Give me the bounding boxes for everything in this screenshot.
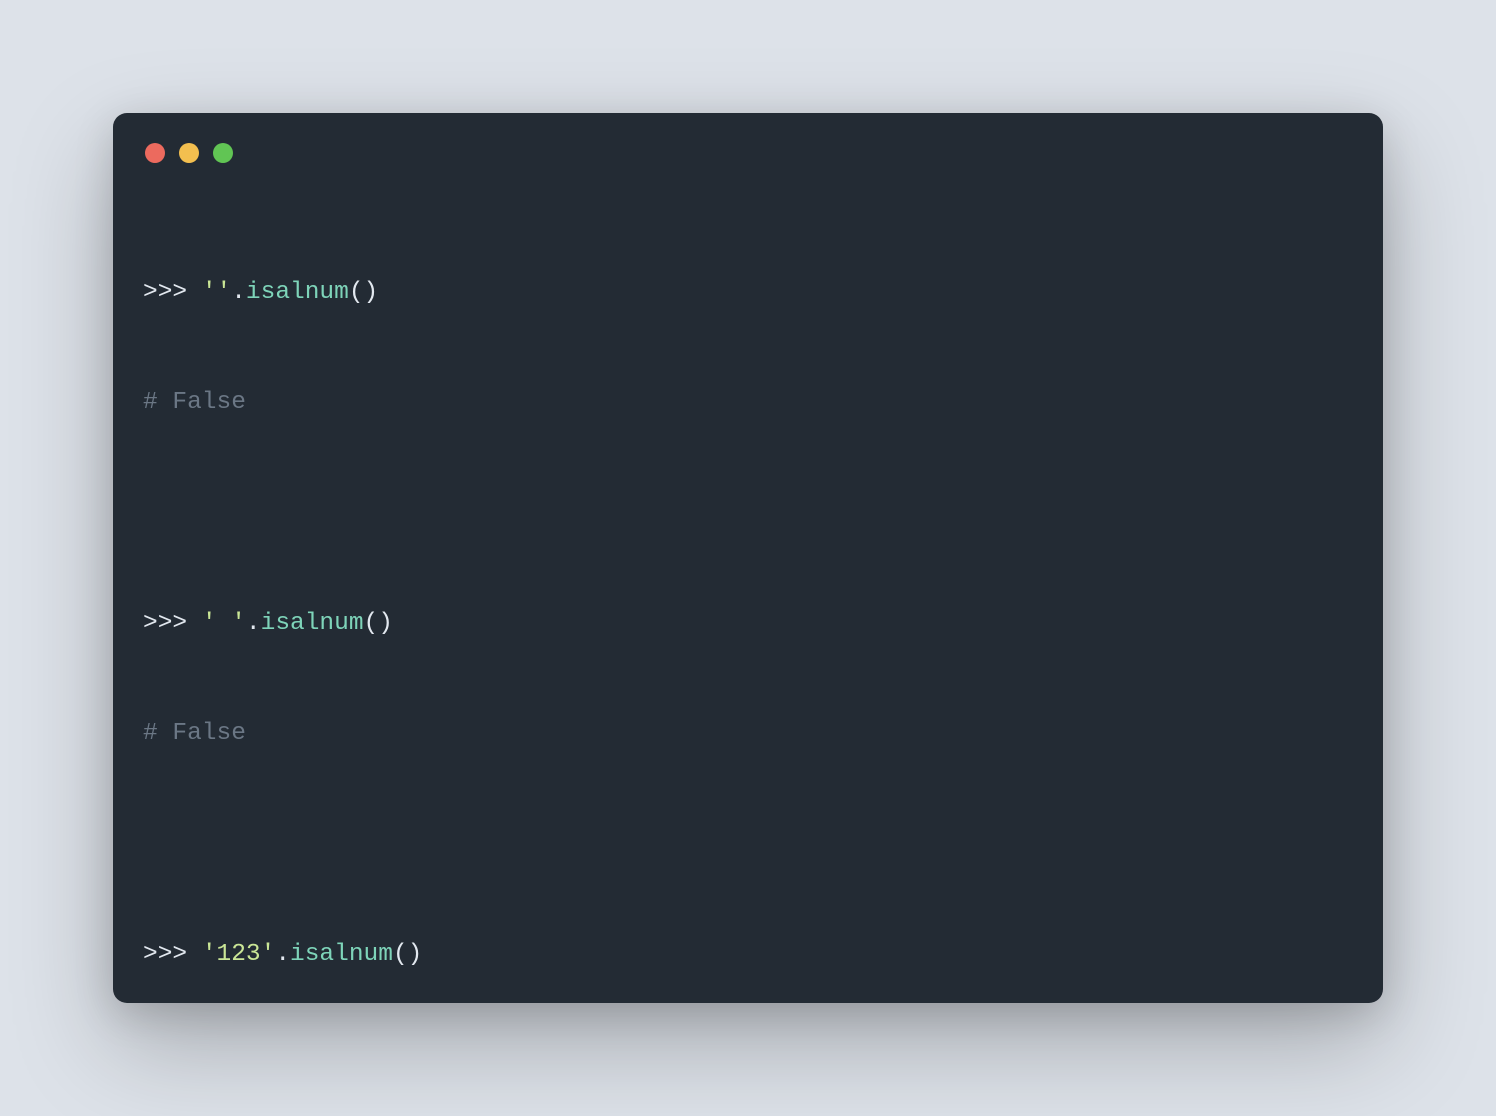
dot-operator: .	[246, 610, 261, 637]
string-literal: ' '	[202, 610, 246, 637]
parens: ()	[349, 279, 378, 306]
comment-line: # False	[143, 716, 1353, 753]
comment-line: # False	[143, 385, 1353, 422]
method-name: isalnum	[246, 279, 349, 306]
method-name: isalnum	[290, 941, 393, 968]
repl-prompt: >>>	[143, 941, 202, 968]
maximize-icon[interactable]	[213, 143, 233, 163]
dot-operator: .	[231, 279, 246, 306]
window-controls	[145, 143, 1353, 163]
code-block: >>> ' '.isalnum() # False	[143, 532, 1353, 826]
code-block: >>> '123'.isalnum() # True	[143, 863, 1353, 1003]
repl-prompt: >>>	[143, 279, 202, 306]
repl-prompt: >>>	[143, 610, 202, 637]
parens: ()	[364, 610, 393, 637]
string-literal: ''	[202, 279, 231, 306]
terminal-window: >>> ''.isalnum() # False >>> ' '.isalnum…	[113, 113, 1383, 1003]
method-name: isalnum	[261, 610, 364, 637]
close-icon[interactable]	[145, 143, 165, 163]
dot-operator: .	[275, 941, 290, 968]
minimize-icon[interactable]	[179, 143, 199, 163]
code-block: >>> ''.isalnum() # False	[143, 201, 1353, 495]
code-line: >>> '123'.isalnum()	[143, 937, 1353, 974]
code-area: >>> ''.isalnum() # False >>> ' '.isalnum…	[143, 201, 1353, 1003]
code-line: >>> ' '.isalnum()	[143, 606, 1353, 643]
string-literal: '123'	[202, 941, 276, 968]
code-line: >>> ''.isalnum()	[143, 275, 1353, 312]
parens: ()	[393, 941, 422, 968]
